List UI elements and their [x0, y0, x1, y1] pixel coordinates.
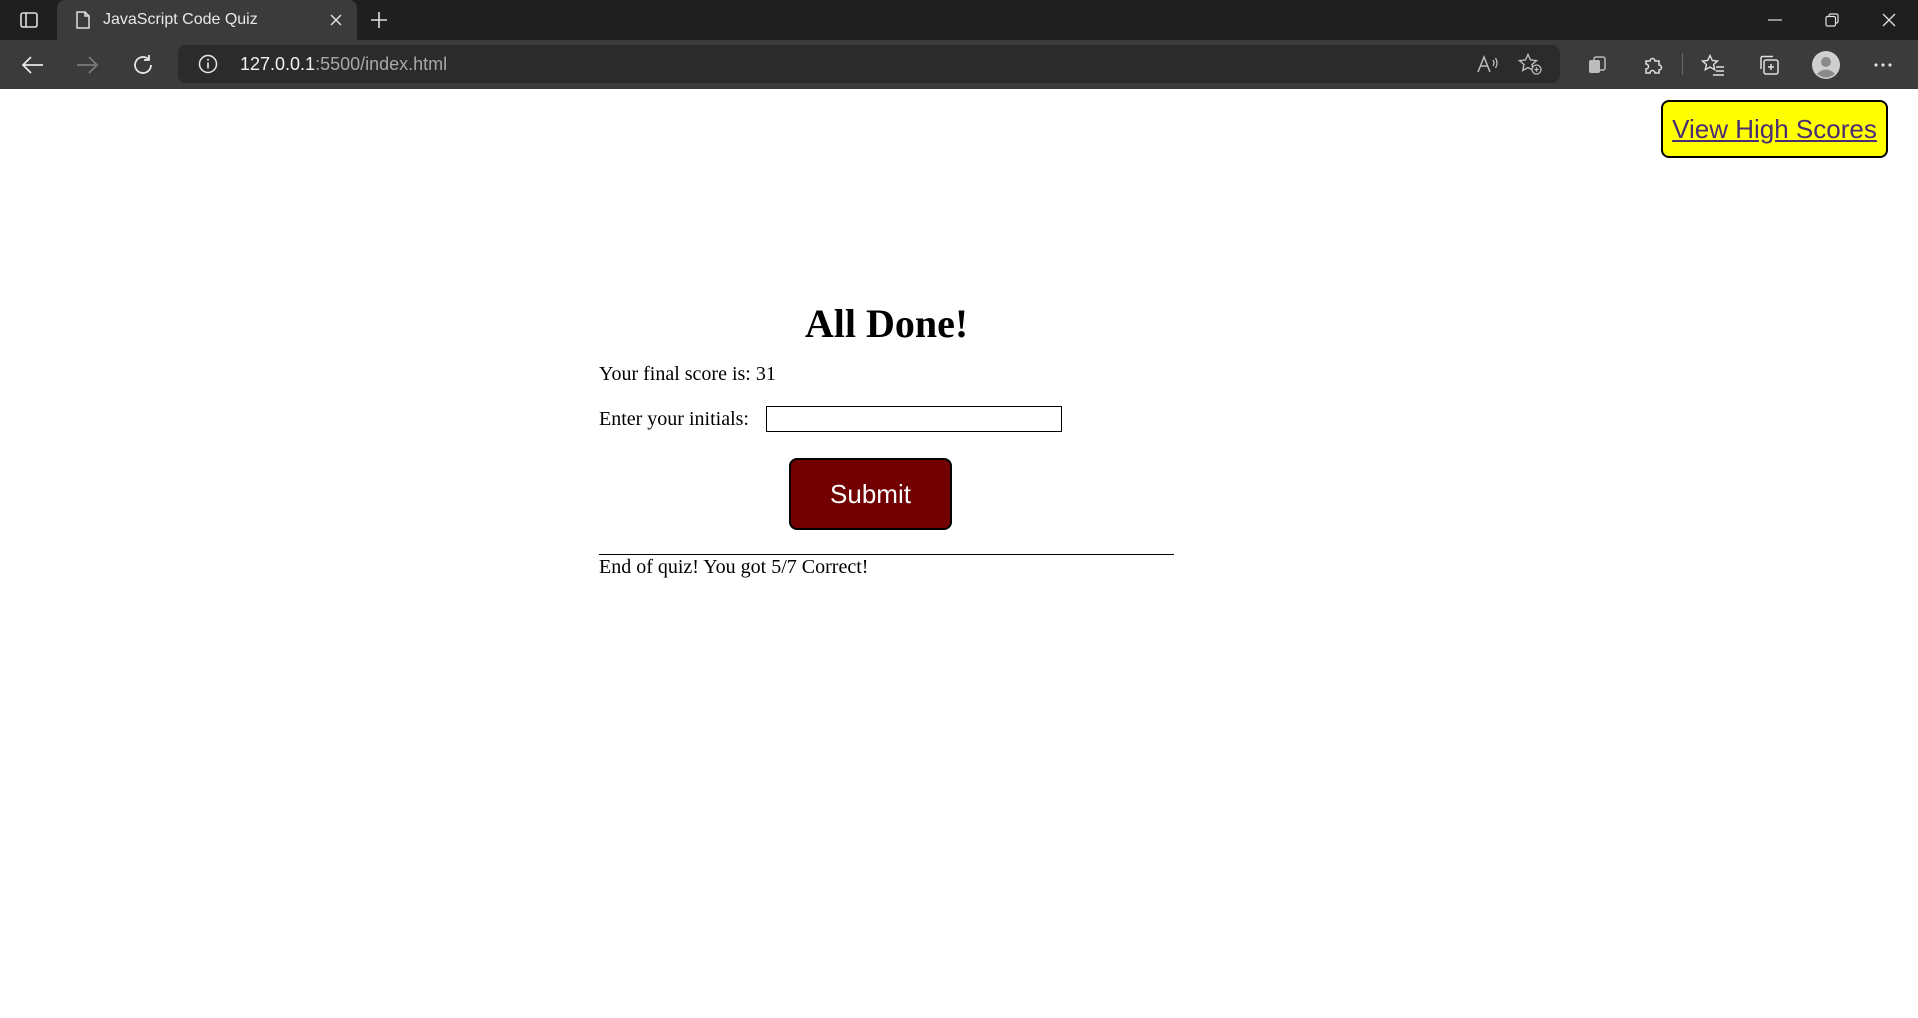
tab-actions-button[interactable]: [14, 8, 44, 32]
initials-label: Enter your initials:: [599, 407, 749, 430]
browser-tab-active[interactable]: JavaScript Code Quiz: [57, 0, 357, 40]
close-window-button[interactable]: [1869, 6, 1909, 34]
address-bar[interactable]: 127.0.0.1:5500/index.html: [178, 45, 1560, 83]
collections-button[interactable]: [1755, 51, 1783, 79]
more-icon: [1874, 63, 1892, 67]
submit-button[interactable]: Submit: [789, 458, 952, 530]
add-favorite-button[interactable]: [1518, 52, 1542, 76]
tab-actions-icon: [20, 12, 38, 28]
quiz-complete-panel: All Done! Your final score is: 31 Enter …: [599, 300, 1174, 578]
refresh-button[interactable]: [128, 50, 158, 80]
profile-icon: [1812, 51, 1840, 79]
info-icon: [198, 54, 218, 74]
minimize-button[interactable]: [1755, 6, 1795, 34]
result-divider: [599, 554, 1174, 555]
app-button[interactable]: [1583, 51, 1611, 79]
favorites-button[interactable]: [1699, 51, 1727, 79]
initials-input[interactable]: [765, 406, 1062, 432]
url-text[interactable]: 127.0.0.1:5500/index.html: [240, 54, 447, 75]
url-host: 127.0.0.1: [240, 54, 316, 74]
plus-icon: [371, 12, 387, 28]
refresh-icon: [134, 55, 152, 74]
new-tab-button[interactable]: [366, 7, 392, 33]
app-icon: [1589, 56, 1606, 73]
page-icon: [73, 10, 93, 30]
url-path: :5500/index.html: [315, 54, 448, 74]
close-icon: [330, 14, 342, 26]
browser-toolbar: 127.0.0.1:5500/index.html: [0, 40, 1918, 89]
close-tab-button[interactable]: [325, 9, 347, 31]
view-high-scores-button[interactable]: View High Scores: [1661, 100, 1888, 158]
final-score-text: Your final score is: 31: [599, 363, 776, 385]
initials-row: Enter your initials:: [599, 406, 1062, 432]
puzzle-icon: [1645, 57, 1663, 74]
collections-icon: [1760, 55, 1779, 75]
page-title: All Done!: [804, 301, 969, 346]
close-icon: [1882, 13, 1896, 27]
toolbar-divider: [1682, 53, 1683, 75]
forward-button[interactable]: [72, 50, 102, 80]
tab-title: JavaScript Code Quiz: [103, 11, 258, 28]
site-info-button[interactable]: [198, 54, 218, 74]
read-aloud-button[interactable]: [1476, 52, 1500, 76]
read-aloud-icon: [1477, 54, 1498, 73]
favorites-icon: [1701, 54, 1724, 76]
menu-button[interactable]: [1869, 51, 1897, 79]
profile-button[interactable]: [1812, 51, 1840, 79]
back-button[interactable]: [18, 50, 48, 80]
page-viewport: View High Scores All Done! Your final sc…: [0, 89, 1918, 1018]
back-arrow-icon: [22, 56, 43, 74]
restore-button[interactable]: [1812, 6, 1852, 34]
forward-arrow-icon: [77, 56, 98, 74]
browser-tab-bar: JavaScript Code Quiz: [0, 0, 1918, 40]
star-add-icon: [1518, 53, 1542, 75]
extensions-button[interactable]: [1639, 51, 1667, 79]
restore-icon: [1825, 13, 1839, 27]
minimize-icon: [1768, 19, 1782, 21]
quiz-result-text: End of quiz! You got 5/7 Correct!: [599, 556, 869, 578]
